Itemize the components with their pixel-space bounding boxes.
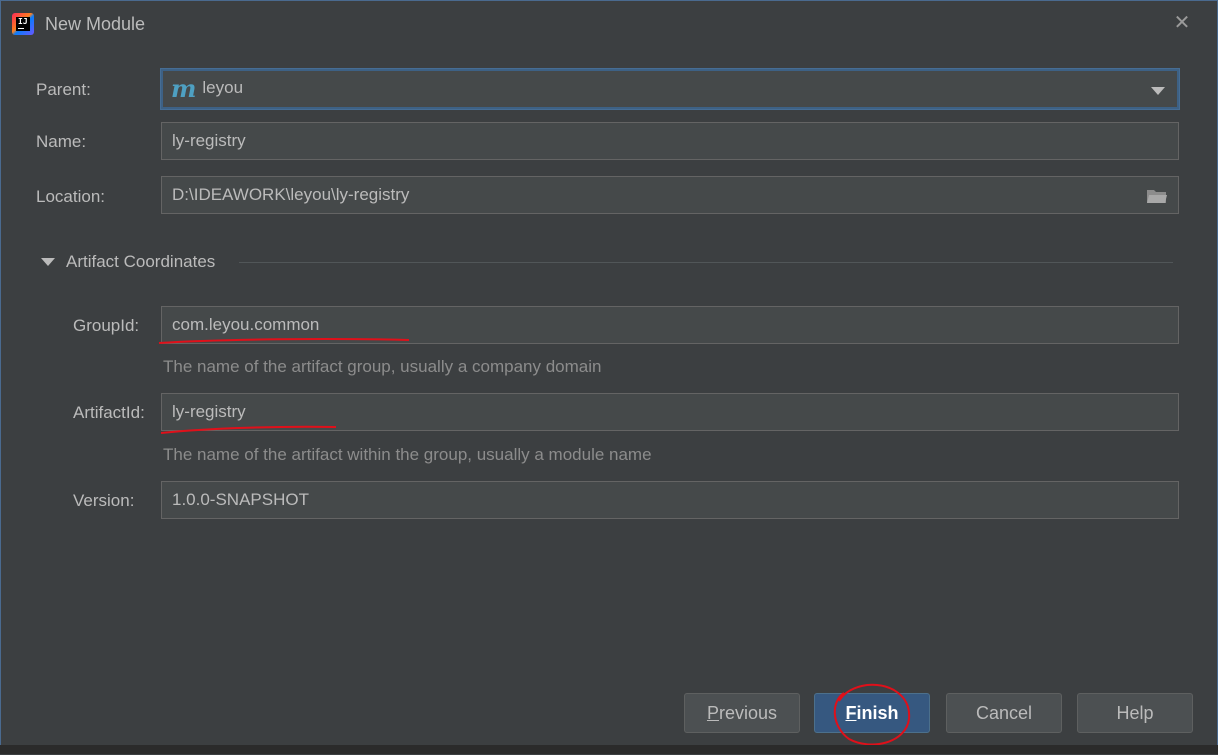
- title-bar[interactable]: IJ New Module ✕: [1, 1, 1217, 47]
- intellij-idea-icon: IJ: [12, 13, 34, 35]
- previous-button[interactable]: Previous: [684, 693, 800, 733]
- location-value: D:\IDEAWORK\leyou\ly-registry: [172, 185, 410, 204]
- groupid-field[interactable]: com.leyou.common: [161, 306, 1179, 344]
- finish-mnemonic: F: [845, 703, 857, 723]
- red-annotations: [158, 338, 911, 746]
- name-field[interactable]: ly-registry: [161, 122, 1179, 160]
- groupid-label: GroupId:: [73, 316, 140, 335]
- name-label: Name:: [36, 132, 87, 151]
- close-icon[interactable]: ✕: [1169, 10, 1195, 36]
- previous-label: revious: [718, 703, 778, 723]
- parent-value: leyou: [202, 78, 244, 97]
- groupid-hint: The name of the artifact group, usually …: [163, 357, 602, 376]
- artifactid-field[interactable]: ly-registry: [161, 393, 1179, 431]
- collapse-triangle-icon[interactable]: [41, 258, 55, 266]
- artifactid-label: ArtifactId:: [73, 403, 145, 422]
- parent-dropdown[interactable]: m leyou: [161, 69, 1179, 109]
- previous-mnemonic: P: [706, 703, 719, 723]
- chevron-down-icon[interactable]: [1151, 87, 1165, 95]
- folder-icon[interactable]: [1146, 188, 1168, 204]
- finish-button[interactable]: Finish: [814, 693, 930, 733]
- parent-label: Parent:: [36, 80, 91, 99]
- location-field[interactable]: D:\IDEAWORK\leyou\ly-registry: [161, 176, 1179, 214]
- dialog-title: New Module: [45, 14, 146, 34]
- section-divider: [239, 262, 1173, 263]
- artifactid-hint: The name of the artifact within the grou…: [163, 445, 652, 464]
- cancel-button[interactable]: Cancel: [946, 693, 1062, 733]
- window-bottom-edge: [0, 745, 1218, 754]
- maven-module-icon: m: [171, 74, 197, 103]
- finish-label: inish: [856, 703, 899, 723]
- new-module-dialog: IJ New Module ✕ Parent: m leyou Name: ly-…: [0, 0, 1218, 754]
- location-label: Location:: [36, 187, 105, 206]
- help-button[interactable]: Help: [1077, 693, 1193, 733]
- section-title: Artifact Coordinates: [66, 252, 216, 271]
- version-label: Version:: [73, 491, 135, 510]
- version-field[interactable]: 1.0.0-SNAPSHOT: [161, 481, 1179, 519]
